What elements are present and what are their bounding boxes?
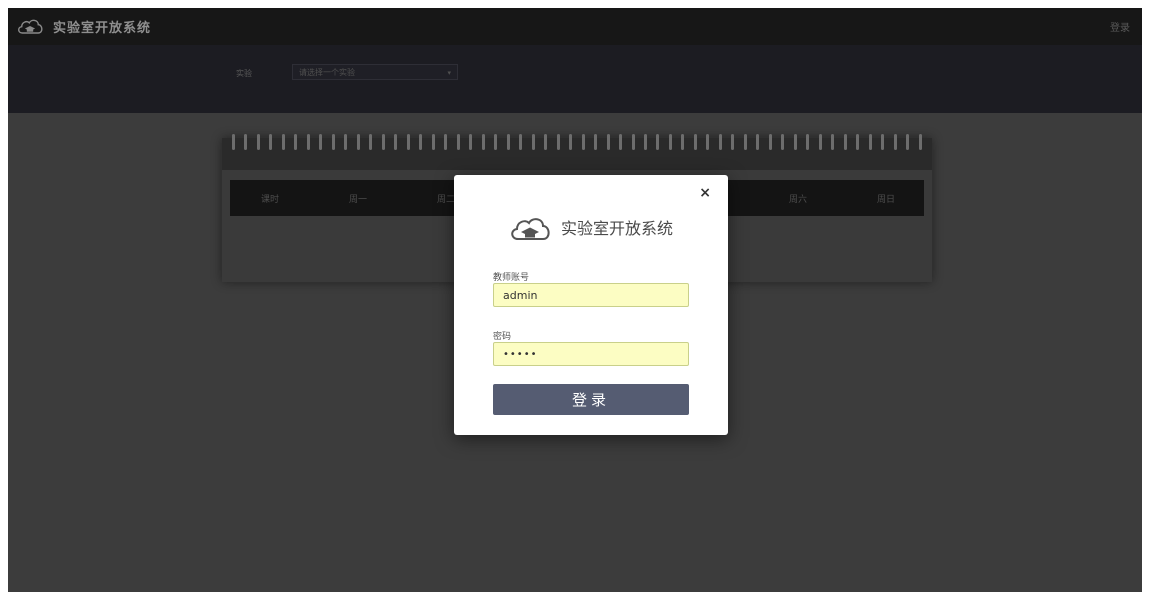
binder-ring: [594, 134, 598, 150]
binder-ring: [381, 134, 385, 150]
binder-ring: [731, 134, 735, 150]
login-dialog: × 实验室开放系统 教师账号 密码 登录: [454, 175, 728, 435]
binder-ring: [656, 134, 660, 150]
header-cell-tuesday: 周二: [437, 195, 456, 205]
binder-ring: [643, 134, 647, 150]
binder-ring: [306, 134, 310, 150]
binder-ring: [294, 134, 298, 150]
login-link[interactable]: 登录: [1110, 19, 1130, 34]
binder-ring: [506, 134, 510, 150]
binder-ring: [531, 134, 535, 150]
binder-ring: [818, 134, 822, 150]
binder-ring: [793, 134, 797, 150]
binder-ring: [856, 134, 860, 150]
binder-ring: [494, 134, 498, 150]
binder-ring: [369, 134, 373, 150]
header-cell-sunday: 周日: [877, 195, 896, 205]
app-title: 实验室开放系统: [53, 21, 152, 36]
binder-ring: [606, 134, 610, 150]
account-input[interactable]: [493, 283, 689, 307]
login-button[interactable]: 登录: [493, 384, 689, 415]
app-frame: 实验室开放系统 登录 实验 请选择一个实验 ▾ 课时 周一 周二 周三 周四 周…: [8, 8, 1142, 592]
binder-ring: [631, 134, 635, 150]
binder-rings: [232, 134, 922, 152]
binder-ring: [918, 134, 922, 150]
binder-ring: [768, 134, 772, 150]
binder-ring: [581, 134, 585, 150]
binder-ring: [244, 134, 248, 150]
binder-ring: [394, 134, 398, 150]
binder-ring: [344, 134, 348, 150]
binder-ring: [419, 134, 423, 150]
binder-ring: [681, 134, 685, 150]
cloud-logo-icon: [18, 19, 43, 34]
header-cell-monday: 周一: [349, 195, 368, 205]
header-cell-saturday: 周六: [789, 195, 808, 205]
binder-ring: [481, 134, 485, 150]
binder-ring: [706, 134, 710, 150]
cloud-graduation-cap-icon: [511, 218, 550, 240]
chevron-down-icon: ▾: [447, 69, 451, 77]
binder-ring: [232, 134, 235, 150]
binder-ring: [668, 134, 672, 150]
experiment-select-value: 请选择一个实验: [299, 68, 355, 77]
filter-bar: 实验 请选择一个实验 ▾: [8, 45, 1142, 113]
binder-ring: [906, 134, 910, 150]
binder-ring: [619, 134, 623, 150]
binder-ring: [743, 134, 747, 150]
binder-ring: [331, 134, 335, 150]
close-icon[interactable]: ×: [699, 185, 711, 201]
binder-ring: [269, 134, 273, 150]
binder-ring: [569, 134, 573, 150]
binder-ring: [319, 134, 323, 150]
binder-ring: [831, 134, 835, 150]
binder-ring: [456, 134, 460, 150]
password-label: 密码: [493, 332, 512, 342]
binder-ring: [406, 134, 410, 150]
binder-ring: [868, 134, 872, 150]
password-input[interactable]: [493, 342, 689, 366]
binder-ring: [431, 134, 435, 150]
binder-ring: [893, 134, 897, 150]
binder-ring: [256, 134, 260, 150]
header-cell-period: 课时: [261, 195, 280, 205]
binder-ring: [881, 134, 885, 150]
binder-ring: [519, 134, 523, 150]
binder-ring: [544, 134, 548, 150]
binder-ring: [356, 134, 360, 150]
board-binding: [222, 134, 932, 170]
binder-ring: [843, 134, 847, 150]
top-navbar: 实验室开放系统 登录: [8, 8, 1142, 45]
dialog-title: 实验室开放系统: [561, 219, 674, 238]
binder-ring: [756, 134, 760, 150]
experiment-filter-label: 实验: [236, 69, 252, 78]
binder-ring: [806, 134, 810, 150]
binder-ring: [718, 134, 722, 150]
binder-ring: [781, 134, 785, 150]
binder-ring: [281, 134, 285, 150]
binder-ring: [693, 134, 697, 150]
binder-ring: [556, 134, 560, 150]
experiment-select[interactable]: 请选择一个实验 ▾: [292, 64, 458, 80]
binder-ring: [469, 134, 473, 150]
account-label: 教师账号: [493, 273, 530, 283]
binder-ring: [444, 134, 448, 150]
